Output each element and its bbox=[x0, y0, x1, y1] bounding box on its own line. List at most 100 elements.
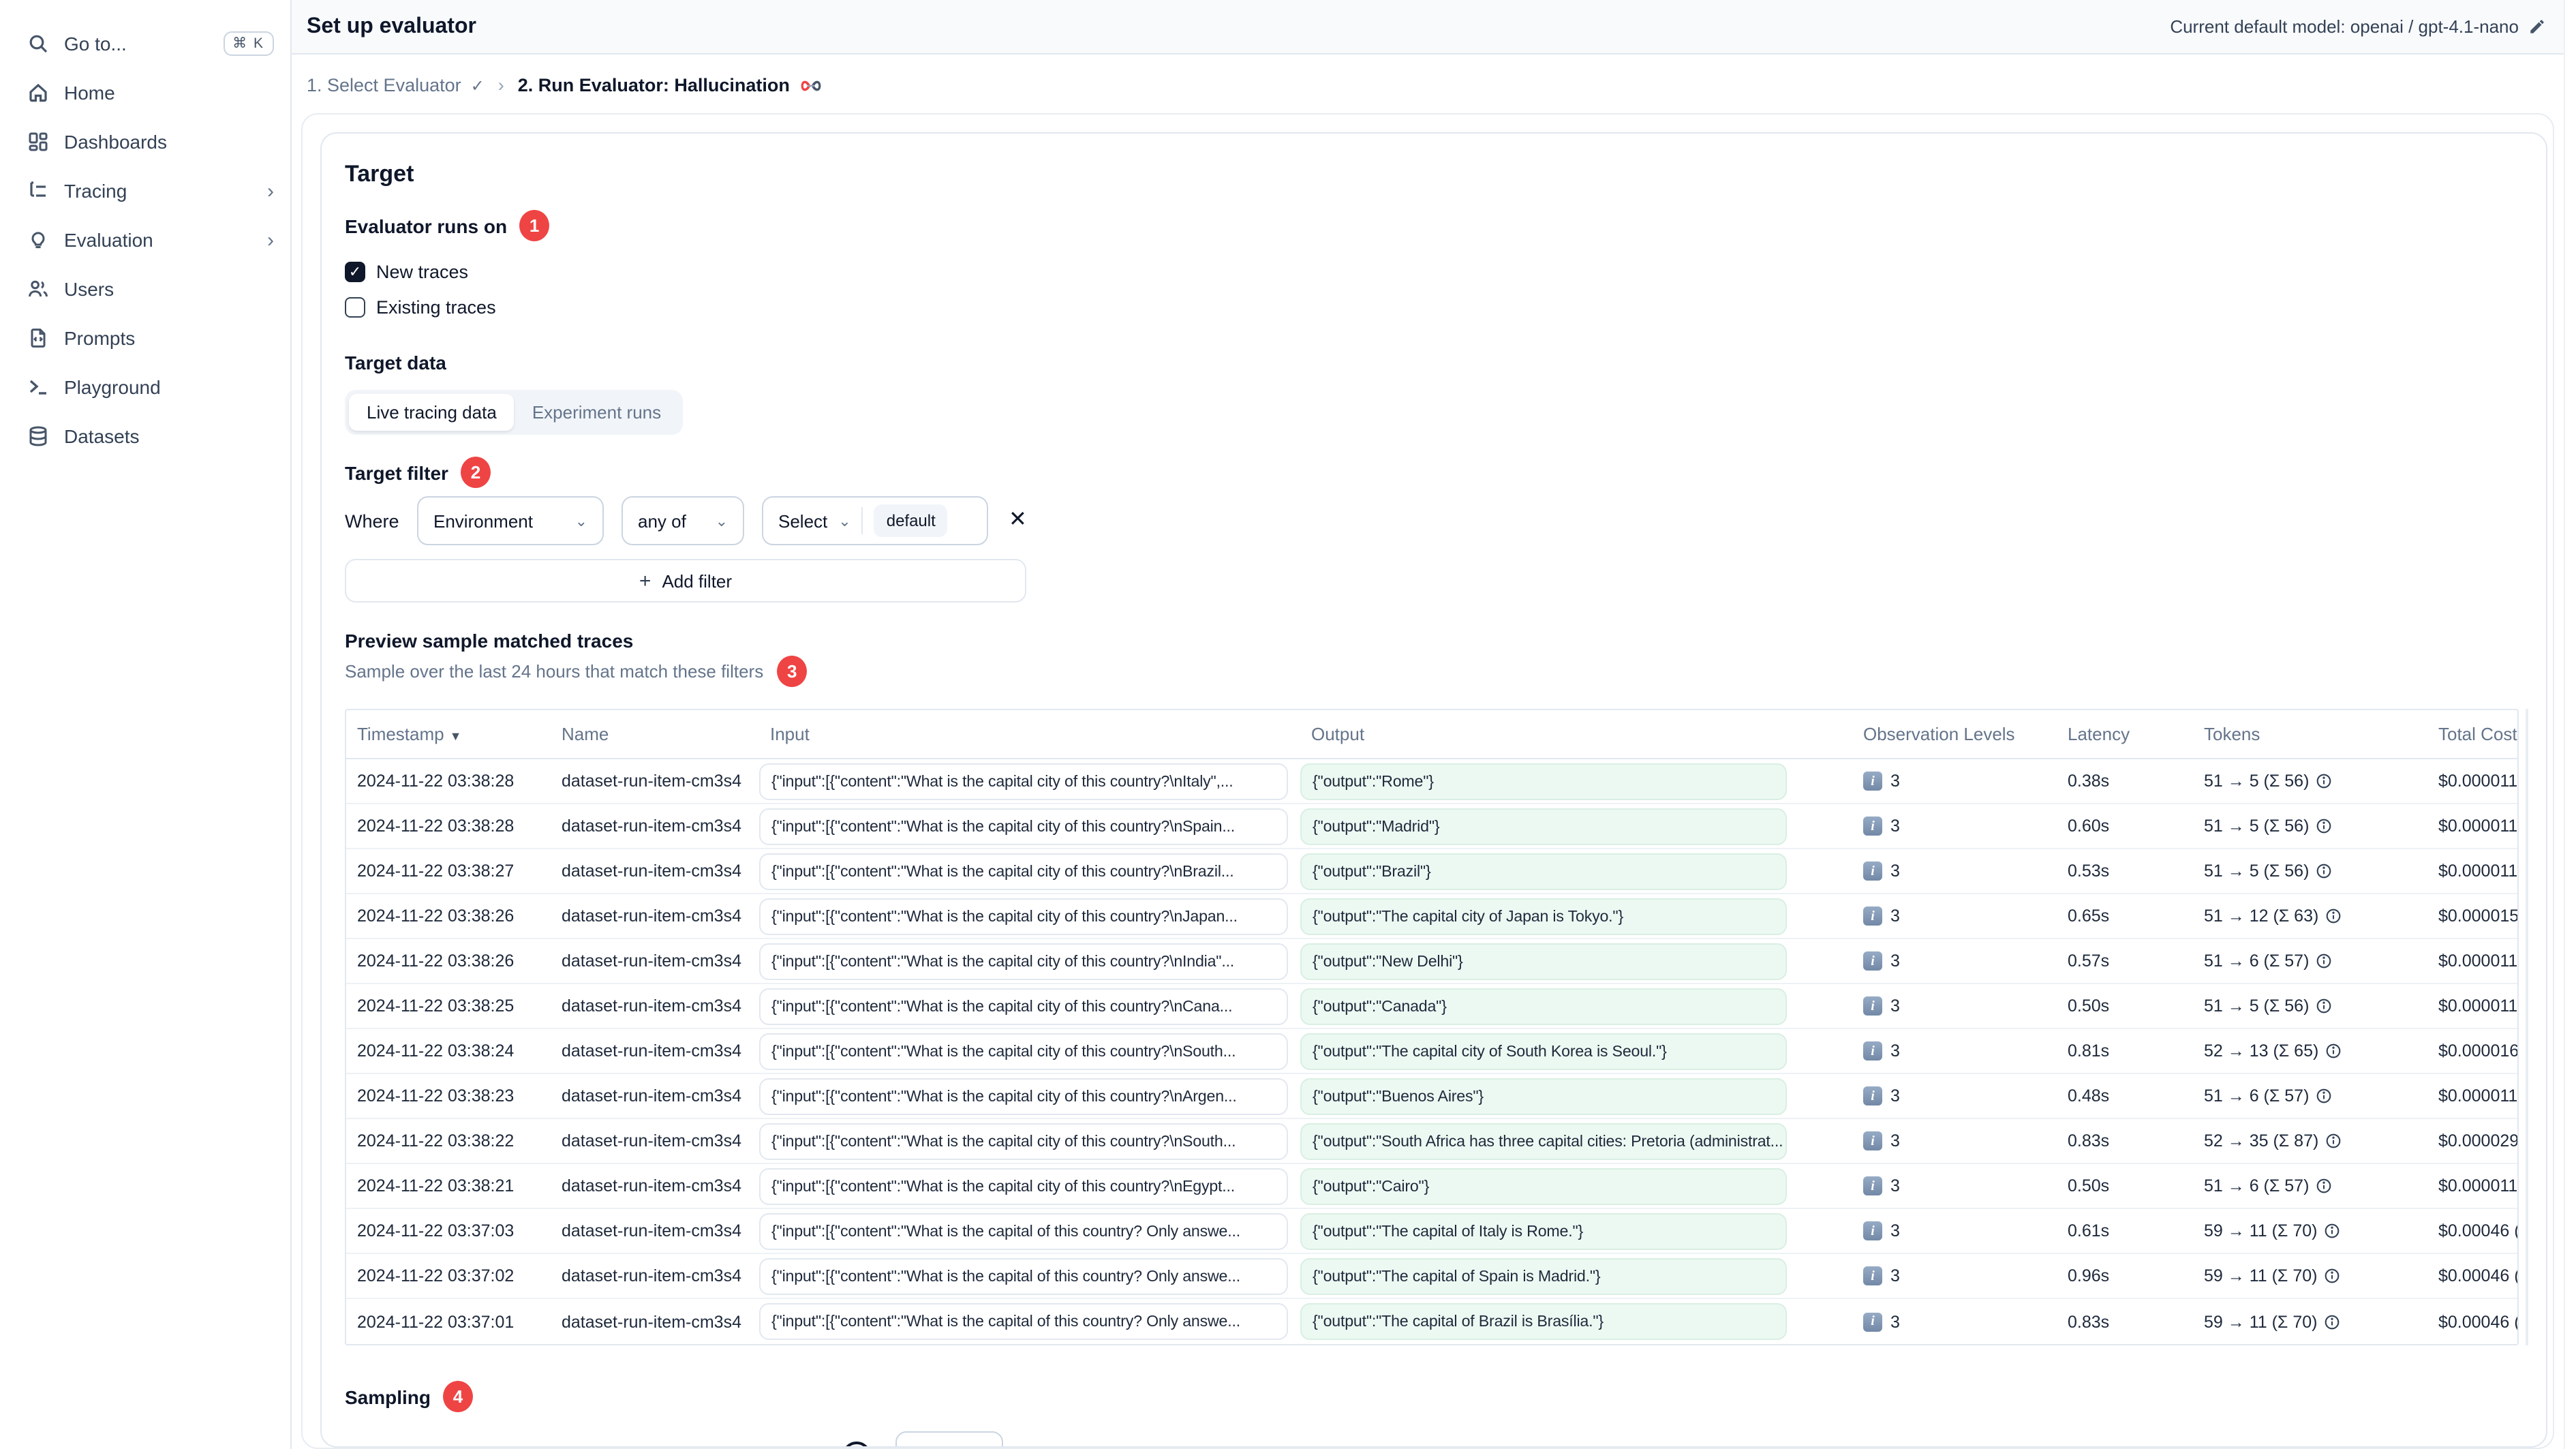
input-cell[interactable]: {"input":[{"content":"What is the capita… bbox=[759, 898, 1288, 934]
output-cell[interactable]: {"output":"The capital of Spain is Madri… bbox=[1300, 1257, 1787, 1294]
table-scrollbar[interactable] bbox=[2526, 709, 2528, 1345]
checkbox-checked-icon[interactable]: ✓ bbox=[345, 262, 365, 282]
filter-value-chip[interactable]: default bbox=[874, 504, 948, 537]
info-circle-icon[interactable] bbox=[2324, 1223, 2340, 1239]
info-circle-icon[interactable] bbox=[2316, 773, 2332, 789]
info-circle-icon[interactable] bbox=[2324, 1268, 2340, 1284]
table-row[interactable]: 2024-11-22 03:38:23 dataset-run-item-cm3… bbox=[346, 1074, 2517, 1119]
input-cell[interactable]: {"input":[{"content":"What is the capita… bbox=[759, 763, 1288, 799]
output-cell[interactable]: {"output":"Cairo"} bbox=[1300, 1168, 1787, 1204]
step-select-evaluator[interactable]: 1. Select Evaluator ✓ bbox=[307, 75, 485, 95]
input-cell[interactable]: {"input":[{"content":"What is the capita… bbox=[759, 1078, 1288, 1114]
info-circle-icon[interactable] bbox=[2324, 1313, 2340, 1330]
info-circle-icon[interactable] bbox=[2325, 1133, 2342, 1149]
remove-filter-button[interactable]: ✕ bbox=[1009, 509, 1027, 532]
page-header: Set up evaluator Current default model: … bbox=[292, 0, 2576, 55]
filter-column-select[interactable]: Environment ⌄ bbox=[417, 496, 604, 545]
checkbox-new-traces[interactable]: ✓ New traces bbox=[345, 255, 2519, 289]
output-cell[interactable]: {"output":"The capital of Italy is Rome.… bbox=[1300, 1212, 1787, 1249]
input-cell[interactable]: {"input":[{"content":"What is the capita… bbox=[759, 808, 1288, 844]
edit-pencil-icon[interactable] bbox=[2528, 18, 2546, 35]
tab-live-tracing-data[interactable]: Live tracing data bbox=[349, 394, 515, 431]
slider-thumb[interactable] bbox=[842, 1442, 871, 1446]
info-circle-icon[interactable] bbox=[2316, 953, 2332, 969]
sidebar-item-playground[interactable]: Playground bbox=[0, 363, 290, 412]
total-cost-cell: $0.000011 ( bbox=[2438, 772, 2517, 791]
info-circle-icon[interactable] bbox=[2325, 1043, 2342, 1059]
info-circle-icon[interactable] bbox=[2316, 1088, 2332, 1104]
table-row[interactable]: 2024-11-22 03:38:26 dataset-run-item-cm3… bbox=[346, 894, 2517, 939]
info-circle-icon[interactable] bbox=[2316, 998, 2332, 1014]
filter-operator-select[interactable]: any of ⌄ bbox=[622, 496, 744, 545]
info-circle-icon[interactable] bbox=[2316, 863, 2332, 879]
input-cell[interactable]: {"input":[{"content":"What is the capita… bbox=[759, 1212, 1288, 1249]
sampling-value-input[interactable]: 100.00 bbox=[895, 1431, 1003, 1446]
timestamp-cell: 2024-11-22 03:38:26 bbox=[357, 906, 515, 926]
input-cell[interactable]: {"input":[{"content":"What is the capita… bbox=[759, 1168, 1288, 1204]
table-row[interactable]: 2024-11-22 03:38:22 dataset-run-item-cm3… bbox=[346, 1119, 2517, 1164]
output-cell[interactable]: {"output":"Madrid"} bbox=[1300, 808, 1787, 844]
col-input[interactable]: Input bbox=[759, 724, 1300, 744]
check-icon: ✓ bbox=[470, 76, 485, 95]
tokens-cell: 51 → 5 (Σ 56) bbox=[2193, 772, 2427, 791]
table-row[interactable]: 2024-11-22 03:37:03 dataset-run-item-cm3… bbox=[346, 1209, 2517, 1254]
name-cell: dataset-run-item-cm3s4 bbox=[562, 817, 741, 836]
table-row[interactable]: 2024-11-22 03:38:27 dataset-run-item-cm3… bbox=[346, 849, 2517, 894]
input-cell[interactable]: {"input":[{"content":"What is the capita… bbox=[759, 943, 1288, 979]
sidebar-item-evaluation[interactable]: Evaluation › bbox=[0, 215, 290, 264]
col-latency[interactable]: Latency bbox=[2057, 724, 2193, 744]
table-row[interactable]: 2024-11-22 03:38:28 dataset-run-item-cm3… bbox=[346, 759, 2517, 804]
info-circle-icon[interactable] bbox=[2325, 908, 2342, 924]
tab-experiment-runs[interactable]: Experiment runs bbox=[515, 394, 679, 431]
input-cell[interactable]: {"input":[{"content":"What is the capita… bbox=[759, 853, 1288, 889]
input-cell[interactable]: {"input":[{"content":"What is the capita… bbox=[759, 1257, 1288, 1294]
sidebar-item-dashboards[interactable]: Dashboards bbox=[0, 117, 290, 166]
input-cell[interactable]: {"input":[{"content":"What is the capita… bbox=[759, 1123, 1288, 1159]
sidebar-item-prompts[interactable]: Prompts bbox=[0, 314, 290, 363]
output-cell[interactable]: {"output":"The capital city of Japan is … bbox=[1300, 898, 1787, 934]
col-total-cost[interactable]: Total Cost bbox=[2427, 724, 2517, 744]
col-tokens[interactable]: Tokens bbox=[2193, 724, 2427, 744]
latency-cell: 0.65s bbox=[2068, 906, 2110, 926]
checkbox-unchecked-icon[interactable] bbox=[345, 297, 365, 318]
checkbox-existing-traces[interactable]: Existing traces bbox=[345, 290, 2519, 324]
col-timestamp[interactable]: Timestamp ▼ bbox=[346, 724, 551, 744]
table-row[interactable]: 2024-11-22 03:37:01 dataset-run-item-cm3… bbox=[346, 1299, 2517, 1344]
col-observation-levels[interactable]: Observation Levels bbox=[1852, 724, 2057, 744]
sidebar-item-tracing[interactable]: Tracing › bbox=[0, 166, 290, 215]
table-row[interactable]: 2024-11-22 03:38:28 dataset-run-item-cm3… bbox=[346, 804, 2517, 849]
filter-value-select[interactable]: Select ⌄ default bbox=[762, 496, 988, 545]
sampling-label: Sampling bbox=[345, 1386, 431, 1407]
add-filter-button[interactable]: + Add filter bbox=[345, 559, 1026, 603]
output-cell[interactable]: {"output":"Rome"} bbox=[1300, 763, 1787, 799]
info-circle-icon[interactable] bbox=[2316, 1178, 2332, 1194]
sidebar-item-users[interactable]: Users bbox=[0, 264, 290, 314]
info-circle-icon[interactable] bbox=[2316, 818, 2332, 834]
output-cell[interactable]: {"output":"New Delhi"} bbox=[1300, 943, 1787, 979]
output-cell[interactable]: {"output":"The capital city of South Kor… bbox=[1300, 1033, 1787, 1069]
table-row[interactable]: 2024-11-22 03:38:24 dataset-run-item-cm3… bbox=[346, 1029, 2517, 1074]
table-row[interactable]: 2024-11-22 03:38:26 dataset-run-item-cm3… bbox=[346, 939, 2517, 984]
sidebar-item-home[interactable]: Home bbox=[0, 68, 290, 117]
name-cell: dataset-run-item-cm3s4 bbox=[562, 1266, 741, 1285]
table-row[interactable]: 2024-11-22 03:38:21 dataset-run-item-cm3… bbox=[346, 1164, 2517, 1209]
table-row[interactable]: 2024-11-22 03:38:25 dataset-run-item-cm3… bbox=[346, 984, 2517, 1029]
table-row[interactable]: 2024-11-22 03:37:02 dataset-run-item-cm3… bbox=[346, 1254, 2517, 1299]
output-cell[interactable]: {"output":"Canada"} bbox=[1300, 988, 1787, 1024]
col-output[interactable]: Output bbox=[1300, 724, 1852, 744]
output-cell[interactable]: {"output":"The capital of Brazil is Bras… bbox=[1300, 1303, 1787, 1340]
output-cell[interactable]: {"output":"South Africa has three capita… bbox=[1300, 1123, 1787, 1159]
output-cell[interactable]: {"output":"Brazil"} bbox=[1300, 853, 1787, 889]
goto-search[interactable]: Go to... ⌘ K bbox=[0, 19, 290, 68]
observation-levels-cell: i3 bbox=[1852, 1131, 2057, 1150]
input-cell[interactable]: {"input":[{"content":"What is the capita… bbox=[759, 988, 1288, 1024]
tokens-cell: 52 → 35 (Σ 87) bbox=[2193, 1131, 2427, 1150]
input-cell[interactable]: {"input":[{"content":"What is the capita… bbox=[759, 1303, 1288, 1340]
total-cost-cell: $0.00046 ( bbox=[2438, 1221, 2517, 1240]
input-cell[interactable]: {"input":[{"content":"What is the capita… bbox=[759, 1033, 1288, 1069]
breadcrumb-stepper: 1. Select Evaluator ✓ › 2. Run Evaluator… bbox=[301, 55, 2554, 113]
output-cell[interactable]: {"output":"Buenos Aires"} bbox=[1300, 1078, 1787, 1114]
sidebar-item-datasets[interactable]: Datasets bbox=[0, 412, 290, 461]
col-name[interactable]: Name bbox=[551, 724, 759, 744]
page-scrollbar[interactable] bbox=[2564, 0, 2576, 1449]
